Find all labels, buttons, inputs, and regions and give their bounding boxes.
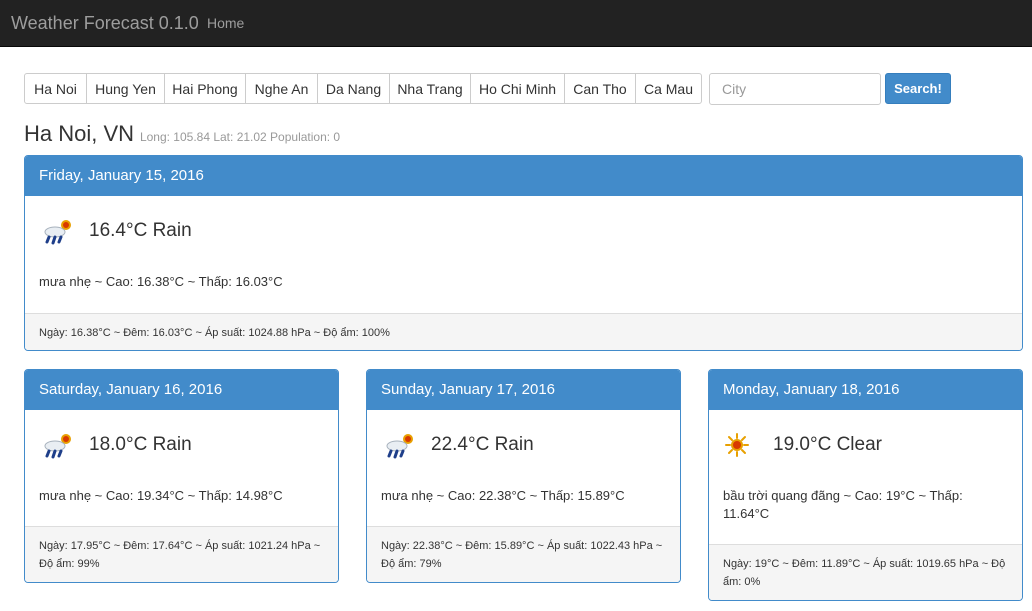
forecast-description: mưa nhẹ ~ Cao: 16.38°C ~ Thấp: 16.03°C — [39, 274, 283, 289]
forecast-date: Sunday, January 17, 2016 — [367, 370, 680, 410]
location-meta: Long: 105.84 Lat: 21.02 Population: 0 — [139, 130, 341, 144]
forecast-panel-day-3: Sunday, January 17, 2016 22.4°C Rain mưa… — [366, 369, 681, 583]
forecast-description: bầu trời quang đãng ~ Cao: 19°C ~ Thấp: … — [723, 488, 963, 521]
city-button-can-tho[interactable]: Can Tho — [564, 73, 636, 104]
city-button-da-nang[interactable]: Da Nang — [317, 73, 390, 104]
city-button-hung-yen[interactable]: Hung Yen — [86, 73, 165, 104]
forecast-temperature: 22.4°C Rain — [431, 434, 534, 455]
rain-sun-icon — [386, 434, 413, 459]
forecast-panel-day-4: Monday, January 18, 2016 19.0°C Clear bầ… — [708, 369, 1023, 601]
forecast-description: mưa nhẹ ~ Cao: 19.34°C ~ Thấp: 14.98°C — [39, 488, 283, 503]
city-button-hai-phong[interactable]: Hai Phong — [164, 73, 246, 104]
city-button-ho-chi-minh[interactable]: Ho Chi Minh — [470, 73, 565, 104]
navbar: Weather Forecast 0.1.0 Home — [0, 0, 1032, 47]
search-button[interactable]: Search! — [885, 73, 951, 104]
city-search-input[interactable] — [709, 73, 881, 105]
sun-icon — [725, 433, 749, 457]
location-header: Ha Noi, VN Long: 105.84 Lat: 21.02 Popul… — [24, 121, 340, 147]
rain-sun-icon — [44, 434, 71, 459]
city-button-nha-trang[interactable]: Nha Trang — [389, 73, 471, 104]
forecast-panel-day-2: Saturday, January 16, 2016 18.0°C Rain m… — [24, 369, 339, 583]
forecast-temperature: 18.0°C Rain — [89, 434, 192, 455]
forecast-footer: Ngày: 19°C ~ Đêm: 11.89°C ~ Áp suất: 101… — [709, 544, 1022, 600]
city-button-ca-mau[interactable]: Ca Mau — [635, 73, 702, 104]
city-button-group: Ha Noi Hung Yen Hai Phong Nghe An Da Nan… — [24, 73, 702, 104]
forecast-description: mưa nhẹ ~ Cao: 22.38°C ~ Thấp: 15.89°C — [381, 488, 625, 503]
forecast-temperature: 16.4°C Rain — [89, 220, 192, 241]
forecast-footer: Ngày: 17.95°C ~ Đêm: 17.64°C ~ Áp suất: … — [25, 526, 338, 582]
forecast-temperature: 19.0°C Clear — [773, 434, 882, 455]
city-button-nghe-an[interactable]: Nghe An — [245, 73, 318, 104]
nav-home-link[interactable]: Home — [207, 15, 244, 31]
forecast-footer: Ngày: 16.38°C ~ Đêm: 16.03°C ~ Áp suất: … — [25, 313, 1022, 350]
rain-sun-icon — [44, 220, 71, 245]
app-brand[interactable]: Weather Forecast 0.1.0 — [11, 13, 199, 34]
location-name: Ha Noi, VN — [24, 121, 135, 146]
forecast-date: Friday, January 15, 2016 — [25, 156, 1022, 196]
forecast-date: Saturday, January 16, 2016 — [25, 370, 338, 410]
forecast-date: Monday, January 18, 2016 — [709, 370, 1022, 410]
forecast-footer: Ngày: 22.38°C ~ Đêm: 15.89°C ~ Áp suất: … — [367, 526, 680, 582]
city-button-ha-noi[interactable]: Ha Noi — [24, 73, 87, 104]
forecast-panel-day-1: Friday, January 15, 2016 16.4°C Rain mưa… — [24, 155, 1023, 351]
